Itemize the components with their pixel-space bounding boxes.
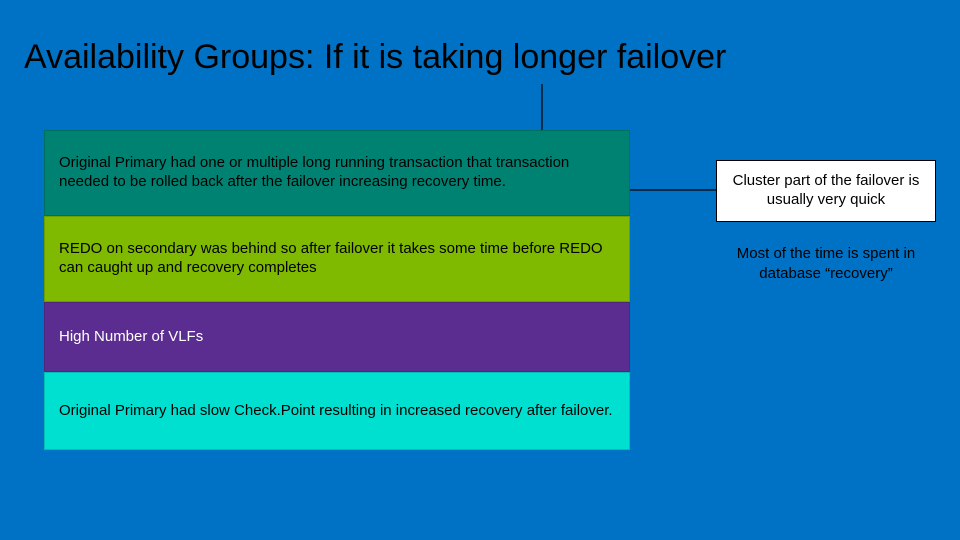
cause-box-2: REDO on secondary was behind so after fa…: [44, 216, 630, 302]
callout-text: Most of the time is spent in database “r…: [716, 244, 936, 283]
cause-box-3: High Number of VLFs: [44, 302, 630, 372]
callout-box: Cluster part of the failover is usually …: [716, 160, 936, 222]
slide-title: Availability Groups: If it is taking lon…: [24, 38, 726, 77]
cause-box-1: Original Primary had one or multiple lon…: [44, 130, 630, 216]
left-column: Original Primary had one or multiple lon…: [44, 130, 630, 450]
right-column: Cluster part of the failover is usually …: [716, 160, 936, 283]
cause-box-4: Original Primary had slow Check.Point re…: [44, 372, 630, 450]
